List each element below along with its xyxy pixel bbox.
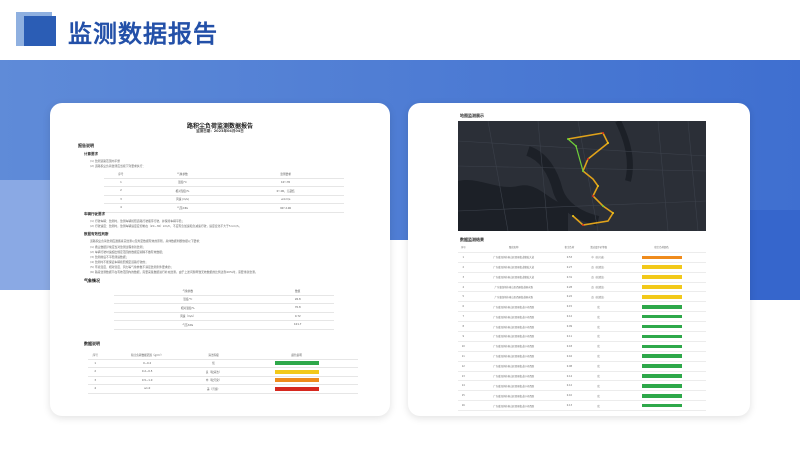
logo-square-front bbox=[24, 16, 56, 46]
color-bar-green bbox=[641, 354, 682, 358]
color-bar-yellow bbox=[641, 275, 682, 279]
color-bar-yellow bbox=[641, 265, 682, 269]
sub-calc-requirements: 计算要求 bbox=[84, 152, 98, 156]
data-legend-table: 序号 积尘负荷数据范围（g/m²） 清洁等级 颜色说明 1 0~0.2 优 2 0.2~0.… bbox=[88, 351, 358, 394]
map-graphic bbox=[458, 121, 706, 231]
req-line-2: (2) 道路积尘负荷监测应当按下列要求执行： bbox=[90, 164, 146, 168]
section-report-notes: 报告说明 bbox=[78, 143, 94, 148]
table-row: 16 广东省深圳市南山区西丽街道沙河西路 0.13 优 bbox=[458, 400, 706, 412]
table-row: 温度/℃ 26.8 bbox=[114, 295, 334, 304]
color-bar-green bbox=[641, 305, 682, 309]
color-bar-green bbox=[641, 403, 682, 408]
color-bar-orange bbox=[641, 255, 682, 260]
table-row: 2 广东省深圳市南山区西丽街道留仙大道 0.27 良（较清洁） bbox=[458, 262, 706, 273]
table-row: 4 广东省深圳市南山区西丽街道丽水路 0.28 良（较清洁） bbox=[458, 282, 706, 293]
vehicle-line-2: (2) 行驶速度：监测时，监测车辆速度应控制在（20~30）km/h，不应有急加… bbox=[90, 224, 242, 228]
table-row: 1 温度/℃ 10～35 bbox=[104, 178, 344, 187]
section-data-notes: 数据说明 bbox=[84, 341, 100, 346]
table-row: 10 广东省深圳市南山区西丽街道沙河西路 0.18 优 bbox=[458, 341, 706, 352]
table-row: 12 广东省深圳市南山区西丽街道沙河西路 0.08 优 bbox=[458, 361, 706, 372]
color-bar-yellow bbox=[641, 295, 682, 299]
vehicle-line-1: (1) 行驶车辆：监测时，监测车辆按照道路行驶顺序行驶，并保持车辆平稳； bbox=[90, 219, 185, 223]
table-row: 14 广东省深圳市南山区西丽街道沙河西路 0.12 优 bbox=[458, 380, 706, 392]
table-row: 气压/kPa 101.7 bbox=[114, 320, 334, 330]
color-bar-yellow bbox=[641, 285, 682, 289]
table-row: 相对湿度/% 70.8 bbox=[114, 303, 334, 313]
results-table: 序号 路段名称 积尘负荷 清洁度评价等级 积尘负荷颜色 1 广东省深圳市南山区西丽街道留仙… bbox=[458, 243, 706, 412]
table-row: 2 0.2~0.5 良（较清洁） bbox=[88, 367, 358, 377]
map-title: 地图监测展示 bbox=[460, 113, 484, 118]
monitor-card: 地图监测展示 数据监测结果 序号 路段名称 积尘负荷 清洁度评价等级 积尘负荷颜色 1广… bbox=[408, 103, 750, 416]
color-bar-green bbox=[274, 361, 319, 366]
section-weather: 气象情况 bbox=[84, 278, 100, 283]
validity-line: (2) 车辆行驶时速超出规定范围的数据应剔除不做有效数据； bbox=[90, 250, 165, 254]
table-row: 6 广东省深圳市南山区西丽街道沙河西路 0.15 优 bbox=[458, 301, 706, 313]
table-row: 15 广东省深圳市南山区西丽街道沙河西路 0.10 优 bbox=[458, 390, 706, 402]
table-row: 3 广东省深圳市南山区西丽街道留仙大道 0.31 良（较清洁） bbox=[458, 272, 706, 283]
page-title: 监测数据报告 bbox=[68, 20, 218, 48]
table-row: 5 广东省深圳市南山区西丽街道丽水路 0.22 良（较清洁） bbox=[458, 291, 706, 303]
color-bar-red bbox=[274, 386, 319, 391]
table-row: 4 气压/kPa 90～106 bbox=[104, 203, 344, 213]
color-bar-green bbox=[641, 394, 682, 398]
monitoring-map[interactable] bbox=[458, 121, 706, 231]
table-row: 11 广东省深圳市南山区西丽街道沙河西路 0.16 优 bbox=[458, 351, 706, 362]
table-row: 3 风速 (m/s) ≤4 m/s bbox=[104, 195, 344, 204]
table-row: 2 相对湿度/% 0～90，无凝结 bbox=[104, 186, 344, 196]
validity-line: (4) 监测时不能保证车辆按照规定道路行驶的； bbox=[90, 260, 148, 264]
table-row: 3 0.5~1.0 中（较污染） bbox=[88, 376, 358, 385]
color-bar-green bbox=[641, 364, 682, 368]
table-row: 7 广东省深圳市南山区西丽街道沙河西路 0.12 优 bbox=[458, 311, 706, 323]
report-card: 路积尘负荷监测数据报告 监测日期：2023年04月04日 报告说明 计算要求 (… bbox=[50, 103, 390, 416]
report-date: 监测日期：2023年04月04日 bbox=[196, 129, 244, 133]
requirements-table: 序号 气象参数 监测要求 1 温度/℃ 10～35 2 相对湿度/% 0～90，无凝结 3风… bbox=[104, 170, 344, 213]
report-document: 路积尘负荷监测数据报告 监测日期：2023年04月04日 报告说明 计算要求 (… bbox=[74, 111, 366, 401]
table-row: 4 ≥1.0 差（污染） bbox=[88, 384, 358, 394]
color-bar-orange bbox=[274, 378, 319, 383]
table-row: 1 广东省深圳市南山区西丽街道留仙大道 0.53 中（较污染） bbox=[458, 252, 706, 263]
color-bar-green bbox=[641, 384, 682, 388]
color-bar-green bbox=[641, 334, 682, 339]
validity-line: (6) 路段监测数据不在有效范围内的数据，需要采集数据进行补充监测。由于上述问题… bbox=[90, 270, 258, 274]
color-bar-yellow bbox=[274, 369, 319, 374]
validity-line: (3) 监测前后不平稳测速数据； bbox=[90, 255, 129, 259]
table-row: 1 0~0.2 优 bbox=[88, 359, 358, 368]
header-bar: 监测数据报告 bbox=[0, 0, 800, 60]
validity-line: 道路积尘负荷监测应遵循真实监测以及判定数据有效的原则，具体数据判断依据以下要求： bbox=[90, 239, 202, 243]
table-row: 8 广东省深圳市南山区西丽街道沙河西路 0.09 优 bbox=[458, 321, 706, 333]
req-line-1: (1) 监测道路范围内平整 bbox=[90, 159, 121, 163]
table-row: 13 广东省深圳市南山区西丽街道沙河西路 0.14 优 bbox=[458, 371, 706, 382]
table-row: 9 广东省深圳市南山区西丽街道沙河西路 0.11 优 bbox=[458, 331, 706, 342]
weather-table: 气象参数 数值 温度/℃ 26.8 相对湿度/% 70.8 风速（m/s） 0.72 气… bbox=[114, 287, 334, 330]
validity-line: (5) 环境温度、相对湿度、风力等气象参数不满足监测条件要求的； bbox=[90, 265, 174, 269]
color-bar-green bbox=[641, 344, 682, 349]
validity-line: (1) 扬尘数据异常应当对监测过程重新监测； bbox=[90, 245, 146, 249]
table-row: 风速（m/s） 0.72 bbox=[114, 312, 334, 321]
color-bar-green bbox=[641, 324, 682, 329]
color-bar-green bbox=[641, 314, 682, 319]
sub-vehicle-requirements: 车辆行驶要求 bbox=[84, 212, 105, 216]
sub-data-validity: 数据有效性判断 bbox=[84, 232, 109, 236]
color-bar-green bbox=[641, 374, 682, 378]
